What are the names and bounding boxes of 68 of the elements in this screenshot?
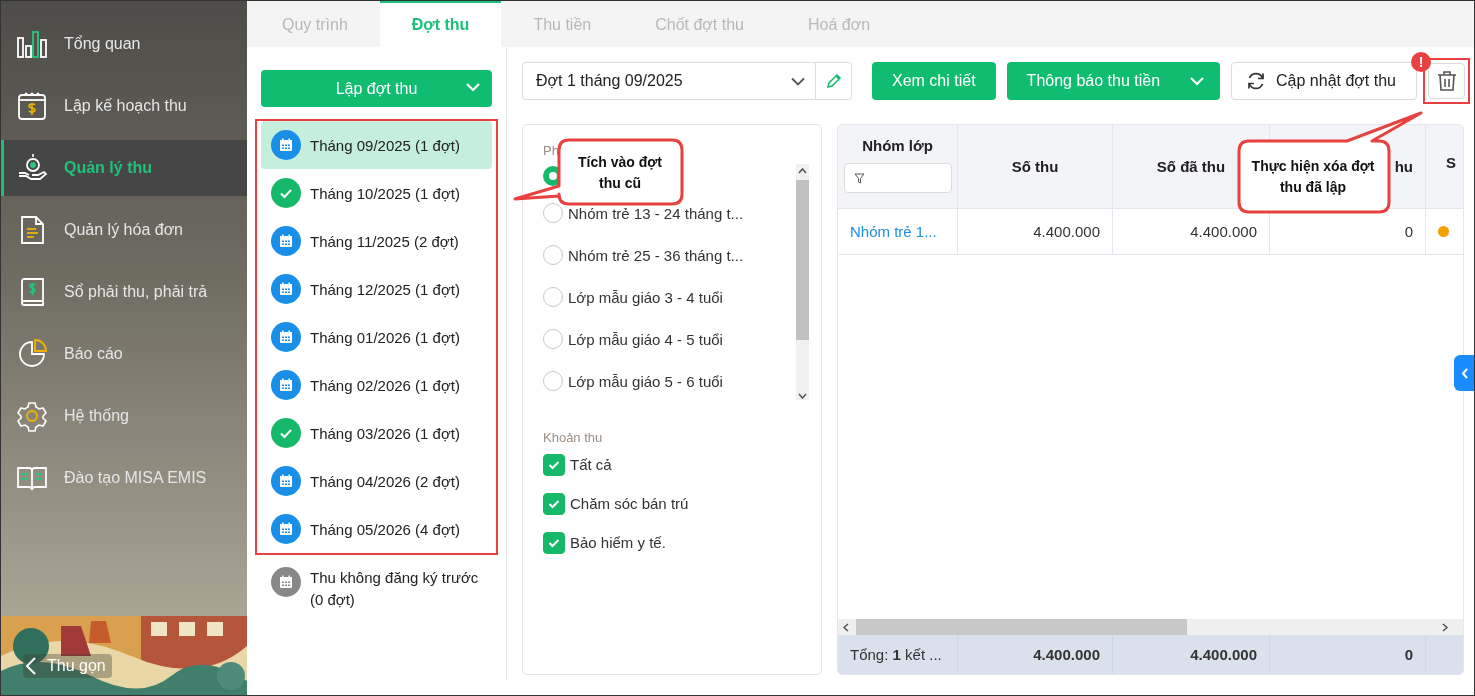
period-item[interactable]: Tháng 01/2026 (1 đợt)	[261, 313, 492, 361]
radio-label: Nhóm trẻ 13 - 24 tháng t...	[568, 204, 744, 222]
total-label: Tổng: 1 kết ...	[850, 646, 942, 663]
sidebar-item[interactable]: Lập kế hoạch thu	[1, 75, 247, 137]
column-title: Nhóm lớp	[862, 137, 933, 154]
check-icon	[548, 459, 560, 470]
radio-label: Lớp mẫu giáo 4 - 5 tuổi	[568, 330, 723, 348]
trash-icon	[1436, 70, 1457, 92]
sidebar-item[interactable]: Hệ thống	[1, 385, 247, 447]
update-button[interactable]: Cập nhật đợt thu	[1231, 62, 1417, 100]
calendar-money-icon	[16, 90, 48, 122]
check-icon	[548, 498, 560, 509]
horizontal-scrollbar[interactable]	[838, 619, 1463, 635]
sidebar-item[interactable]: Sổ phải thu, phải trả	[1, 261, 247, 323]
scroll-down-icon[interactable]	[798, 393, 807, 400]
edit-button[interactable]	[816, 62, 852, 100]
total-cell: 0	[1270, 635, 1426, 674]
radio-label: Lớp mẫu giáo 3 - 4 tuổi	[568, 288, 723, 306]
sidebar-item[interactable]: Báo cáo	[1, 323, 247, 385]
total-cell: 4.400.000	[1113, 635, 1270, 674]
period-item[interactable]: Tháng 05/2026 (4 đợt)	[261, 505, 492, 553]
back-icon	[25, 656, 37, 676]
period-dropdown[interactable]: Đợt 1 tháng 09/2025	[522, 62, 817, 100]
total-cell: 4.400.000	[958, 635, 1113, 674]
bar-chart-icon	[16, 28, 48, 60]
radio-label: Lớp mẫu giáo 5 - 6 tuổi	[568, 372, 723, 390]
sidebar-item[interactable]: Quản lý thu	[1, 140, 247, 196]
caret-icon	[466, 82, 480, 92]
checkbox-label: Tất cả	[570, 456, 612, 473]
chevron-down-icon	[791, 76, 806, 86]
period-item[interactable]: Tháng 11/2025 (2 đợt)	[261, 217, 492, 265]
dropdown-value: Đợt 1 tháng 09/2025	[536, 72, 683, 90]
filter-icon	[853, 172, 865, 184]
checkbox-label: Bảo hiểm y tế.	[570, 534, 666, 551]
scroll-right-icon[interactable]	[1442, 623, 1449, 632]
scroll-up-icon[interactable]	[798, 167, 807, 174]
scroll-left-icon[interactable]	[842, 623, 849, 632]
pencil-icon	[825, 73, 842, 89]
side-panel-toggle[interactable]	[1454, 355, 1474, 391]
caret-icon	[1190, 76, 1205, 86]
chevron-left-icon	[1460, 367, 1468, 379]
column-header[interactable]: S	[1426, 125, 1463, 209]
group-label: Ph	[543, 143, 560, 158]
period-item[interactable]: Tháng 10/2025 (1 đợt)	[261, 169, 492, 217]
period-item[interactable]: Thu không đăng ký trước (0 đợt)	[261, 563, 492, 611]
pie-chart-icon	[16, 338, 48, 370]
period-item[interactable]: Tháng 02/2026 (1 đợt)	[261, 361, 492, 409]
column-header[interactable]: Số thu	[958, 125, 1113, 209]
refresh-icon	[1246, 71, 1267, 91]
fees-label: Khoản thu	[543, 430, 604, 445]
table-cell: 4.400.000	[958, 209, 1113, 255]
sidebar-item[interactable]: Tổng quan	[1, 13, 247, 75]
period-item[interactable]: Tháng 04/2026 (2 đợt)	[261, 457, 492, 505]
period-item[interactable]: Tháng 09/2025 (1 đợt)	[261, 121, 492, 169]
radio-label: Nhóm trẻ 25 - 36 tháng t...	[568, 246, 744, 264]
checkbox-label: Chăm sóc bán trú	[570, 495, 689, 512]
filter-field[interactable]	[843, 163, 952, 193]
sidebar-item[interactable]: Quản lý hóa đơn	[1, 199, 247, 261]
alert-badge: !	[1411, 52, 1431, 72]
checkbox[interactable]	[543, 492, 565, 515]
settings-icon	[16, 400, 48, 432]
scrollbar[interactable]	[796, 164, 809, 400]
checkbox[interactable]	[543, 453, 565, 476]
group-link[interactable]: Nhóm trẻ 1...	[838, 209, 958, 255]
check-icon	[548, 537, 560, 548]
period-item[interactable]: Tháng 03/2026 (1 đợt)	[261, 409, 492, 457]
period-item[interactable]: Tháng 12/2025 (1 đợt)	[261, 265, 492, 313]
checkbox[interactable]	[543, 531, 565, 554]
